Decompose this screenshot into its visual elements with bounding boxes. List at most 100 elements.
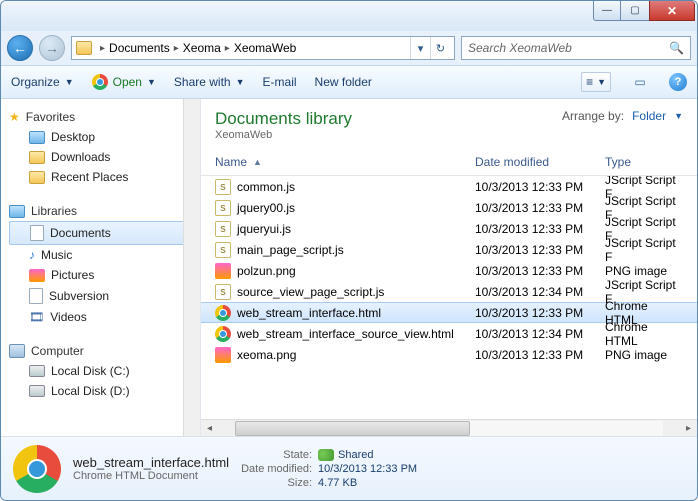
address-dropdown[interactable]: ▾ — [410, 37, 430, 59]
recent-icon — [29, 171, 45, 184]
share-button[interactable]: Share with▼ — [174, 75, 245, 89]
computer-group[interactable]: Computer — [9, 341, 200, 361]
chevron-right-icon[interactable]: ▸ — [221, 43, 234, 54]
details-modified-label: Date modified: — [241, 463, 312, 475]
file-row[interactable]: web_stream_interface_source_view.html10/… — [201, 323, 697, 344]
view-mode-button[interactable]: ≡ ▼ — [581, 72, 611, 92]
nav-pictures[interactable]: Pictures — [9, 265, 200, 285]
scroll-thumb[interactable] — [235, 421, 470, 436]
col-type[interactable]: Type — [605, 151, 683, 173]
library-subtitle: XeomaWeb — [215, 129, 352, 141]
nav-disk-d[interactable]: Local Disk (D:) — [9, 381, 200, 401]
preview-pane-button[interactable]: ▭ — [629, 72, 651, 92]
new-folder-button[interactable]: New folder — [315, 75, 372, 89]
open-button[interactable]: Open▼ — [92, 74, 156, 90]
forward-button[interactable]: → — [39, 35, 65, 61]
email-button[interactable]: E-mail — [263, 75, 297, 89]
horizontal-scrollbar[interactable]: ◂ ▸ — [201, 419, 697, 436]
favorites-group[interactable]: ★Favorites — [9, 107, 200, 127]
col-name[interactable]: Name▲ — [215, 151, 475, 173]
videos-icon: 🎞 — [29, 310, 44, 324]
document-icon — [30, 225, 44, 241]
js-icon: s — [215, 284, 231, 300]
col-date[interactable]: Date modified — [475, 151, 605, 173]
chrome-icon — [13, 445, 61, 493]
close-button[interactable]: ✕ — [649, 1, 695, 21]
arrange-label: Arrange by: — [562, 109, 624, 123]
png-icon — [215, 347, 231, 363]
breadcrumb-seg[interactable]: Xeoma — [183, 41, 221, 55]
details-modified-value: 10/3/2013 12:33 PM — [318, 463, 417, 475]
desktop-icon — [29, 131, 45, 144]
nav-disk-c[interactable]: Local Disk (C:) — [9, 361, 200, 381]
navigation-pane: ★Favorites Desktop Downloads Recent Plac… — [1, 99, 201, 436]
star-icon: ★ — [9, 110, 20, 124]
nav-downloads[interactable]: Downloads — [9, 147, 200, 167]
chevron-down-icon[interactable]: ▼ — [674, 111, 683, 121]
nav-desktop[interactable]: Desktop — [9, 127, 200, 147]
arrange-value[interactable]: Folder — [632, 109, 666, 123]
details-state-value: Shared — [318, 449, 417, 461]
address-bar[interactable]: ▸ Documents ▸ Xeoma ▸ XeomaWeb ▾ ↻ — [71, 36, 455, 60]
folder-icon — [76, 41, 92, 55]
details-size-label: Size: — [241, 477, 312, 489]
minimize-button[interactable]: — — [593, 1, 621, 21]
chevron-down-icon: ▼ — [236, 77, 245, 87]
file-list: scommon.js10/3/2013 12:33 PMJScript Scri… — [201, 176, 697, 419]
nav-videos[interactable]: 🎞Videos — [9, 307, 200, 327]
nav-scrollbar[interactable] — [183, 99, 200, 436]
details-size-value: 4.77 KB — [318, 477, 417, 489]
chevron-right-icon[interactable]: ▸ — [170, 43, 183, 54]
nav-recent[interactable]: Recent Places — [9, 167, 200, 187]
js-icon: s — [215, 200, 231, 216]
details-filetype: Chrome HTML Document — [73, 470, 229, 482]
js-icon: s — [215, 179, 231, 195]
pictures-icon — [29, 269, 45, 282]
drive-icon — [29, 385, 45, 397]
scroll-right-icon[interactable]: ▸ — [680, 423, 697, 434]
back-button[interactable]: ← — [7, 35, 33, 61]
drive-icon — [29, 365, 45, 377]
nav-row: ← → ▸ Documents ▸ Xeoma ▸ XeomaWeb ▾ ↻ S… — [1, 31, 697, 65]
details-filename: web_stream_interface.html — [73, 455, 229, 470]
libraries-group[interactable]: Libraries — [9, 201, 200, 221]
nav-documents[interactable]: Documents — [9, 221, 194, 245]
titlebar: — ▢ ✕ — [1, 1, 697, 31]
file-row[interactable]: smain_page_script.js10/3/2013 12:33 PMJS… — [201, 239, 697, 260]
chrome-icon — [215, 305, 231, 321]
refresh-button[interactable]: ↻ — [430, 37, 450, 59]
details-state-label: State: — [241, 449, 312, 461]
details-pane: web_stream_interface.html Chrome HTML Do… — [1, 436, 697, 500]
png-icon — [215, 263, 231, 279]
chevron-down-icon: ▼ — [147, 77, 156, 87]
sort-asc-icon: ▲ — [253, 157, 262, 167]
folder-icon — [29, 151, 45, 164]
scroll-left-icon[interactable]: ◂ — [201, 423, 218, 434]
computer-icon — [9, 344, 25, 358]
chevron-right-icon[interactable]: ▸ — [96, 43, 109, 54]
subversion-icon — [29, 288, 43, 304]
breadcrumb-seg[interactable]: XeomaWeb — [234, 41, 296, 55]
js-icon: s — [215, 242, 231, 258]
column-headers: Name▲ Date modified Type — [201, 147, 697, 176]
toolbar: Organize▼ Open▼ Share with▼ E-mail New f… — [1, 65, 697, 99]
libraries-icon — [9, 205, 25, 218]
content-pane: Documents library XeomaWeb Arrange by: F… — [201, 99, 697, 436]
chrome-icon — [92, 74, 108, 90]
music-icon: ♪ — [29, 248, 35, 262]
chevron-down-icon: ▼ — [65, 77, 74, 87]
help-button[interactable]: ? — [669, 73, 687, 91]
explorer-window: — ▢ ✕ ← → ▸ Documents ▸ Xeoma ▸ XeomaWeb… — [0, 0, 698, 501]
nav-subversion[interactable]: Subversion — [9, 285, 200, 307]
search-placeholder: Search XeomaWeb — [468, 41, 572, 55]
chrome-icon — [215, 326, 231, 342]
search-input[interactable]: Search XeomaWeb 🔍 — [461, 36, 691, 60]
maximize-button[interactable]: ▢ — [621, 1, 649, 21]
organize-button[interactable]: Organize▼ — [11, 75, 74, 89]
file-row[interactable]: xeoma.png10/3/2013 12:33 PMPNG image — [201, 344, 697, 365]
breadcrumb-seg[interactable]: Documents — [109, 41, 170, 55]
nav-music[interactable]: ♪Music — [9, 245, 200, 265]
people-icon — [318, 449, 334, 461]
library-title: Documents library — [215, 109, 352, 129]
search-icon[interactable]: 🔍 — [669, 41, 684, 55]
